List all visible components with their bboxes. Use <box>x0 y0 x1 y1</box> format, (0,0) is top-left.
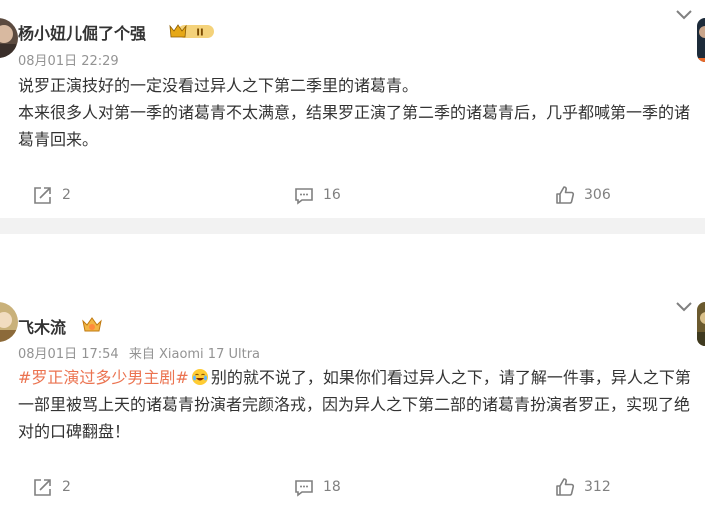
feed-post: 飞木流 08月01日 17:54 来自 Xiaomi 17 Ultra #罗正演… <box>0 234 705 520</box>
timestamp: 08月01日 17:54 <box>18 347 119 362</box>
post-text: #罗正演过多少男主剧# 别的就不说了，如果你们看过异人之下，请了解一件事，异人之下… <box>18 364 693 445</box>
post-paragraph: 本来很多人对第一季的诸葛青不太满意，结果罗正演了第二季的诸葛青后，几乎都喊第一季… <box>18 103 691 149</box>
like-count: 306 <box>584 187 611 203</box>
post-meta: 08月01日 17:54 来自 Xiaomi 17 Ultra <box>18 343 266 362</box>
avatar[interactable] <box>697 18 705 62</box>
svg-text:II: II <box>196 28 203 39</box>
repost-count: 2 <box>62 479 71 495</box>
repost-button[interactable]: 2 <box>32 184 71 206</box>
like-icon <box>556 478 575 496</box>
comment-icon <box>295 480 313 497</box>
topic-link[interactable]: #罗正演过多少男主剧# <box>18 368 189 387</box>
like-icon <box>556 186 575 204</box>
timestamp: 08月01日 22:29 <box>18 54 119 69</box>
post-separator <box>0 218 705 234</box>
avatar[interactable] <box>697 302 705 346</box>
like-count: 312 <box>584 479 611 495</box>
comment-icon <box>295 188 313 205</box>
username[interactable]: 杨小妞儿倔了个强 <box>18 20 146 44</box>
comment-button[interactable]: 18 <box>293 476 341 498</box>
post-text: 说罗正演技好的一定没看过异人之下第二季里的诸葛青。 本来很多人对第一季的诸葛青不… <box>18 72 693 153</box>
post-paragraph: 说罗正演技好的一定没看过异人之下第二季里的诸葛青。 <box>18 76 419 95</box>
repost-button[interactable]: 2 <box>32 476 71 498</box>
chevron-down-icon[interactable] <box>675 298 693 312</box>
chevron-down-icon[interactable] <box>675 6 693 20</box>
post-source: 来自 Xiaomi 17 Ultra <box>128 347 261 362</box>
feed-post: 杨小妞儿倔了个强 II 08月01日 22:29 说罗正演技好的一定没看过异人之… <box>0 0 705 218</box>
avatar[interactable] <box>0 302 18 342</box>
post-meta: 08月01日 22:29 <box>18 50 125 69</box>
avatar[interactable] <box>0 18 18 58</box>
like-button[interactable]: 306 <box>554 184 611 206</box>
comment-button[interactable]: 16 <box>293 184 341 206</box>
repost-icon <box>34 187 51 204</box>
repost-icon <box>34 479 51 496</box>
laugh-cry-emoji <box>191 369 208 385</box>
vip-badge-icon[interactable]: II <box>168 22 216 40</box>
repost-count: 2 <box>62 187 71 203</box>
username[interactable]: 飞木流 <box>18 314 66 338</box>
like-button[interactable]: 312 <box>554 476 611 498</box>
level-badge-icon[interactable] <box>80 315 104 333</box>
comment-count: 18 <box>323 479 341 495</box>
comment-count: 16 <box>323 187 341 203</box>
post-paragraph: #罗正演过多少男主剧# 别的就不说了，如果你们看过异人之下，请了解一件事，异人之下… <box>18 364 693 445</box>
